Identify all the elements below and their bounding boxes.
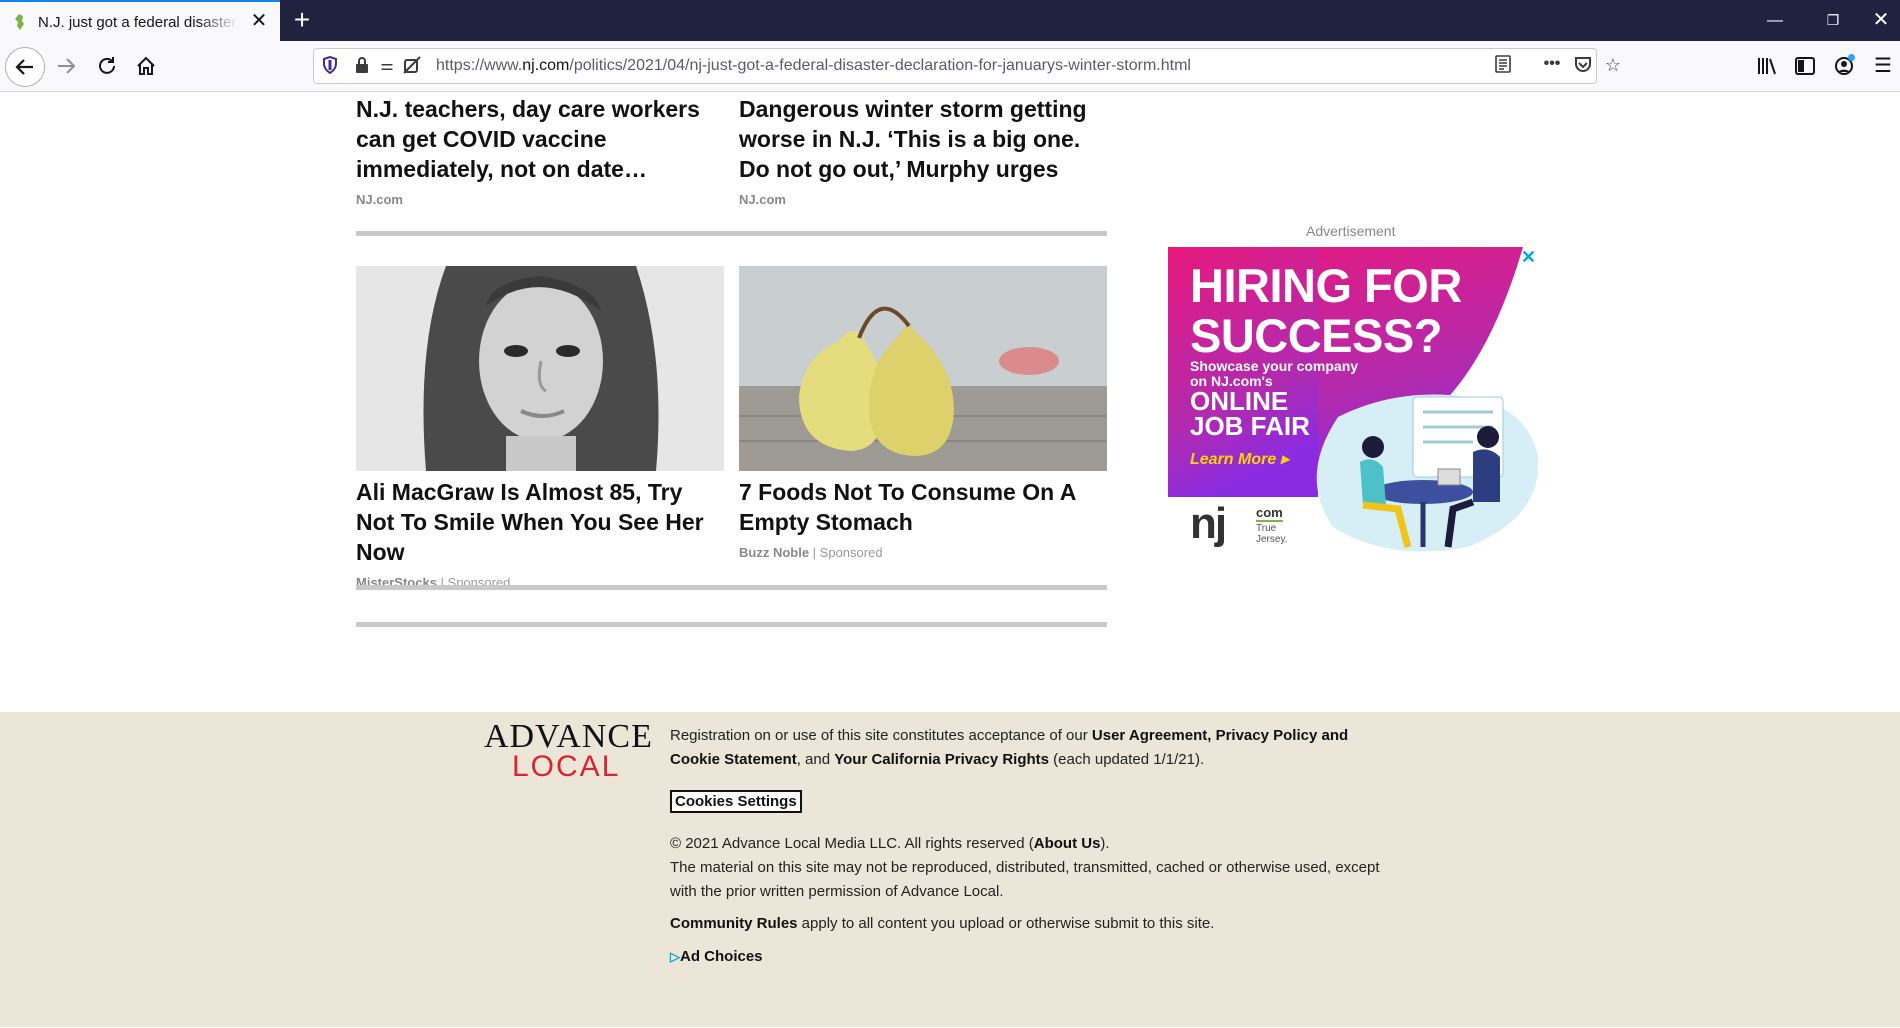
reg-text: Registration on or use of this site cons… (670, 727, 1092, 744)
nj-logo: nj (1190, 499, 1227, 548)
cookies-settings-button[interactable]: Cookies Settings (670, 790, 802, 813)
copyright-text: © 2021 Advance Local Media LLC. All righ… (670, 832, 1390, 904)
sponsored-source: Buzz Noble | Sponsored (739, 545, 1107, 560)
restore-icon[interactable]: ❐ (1810, 0, 1856, 41)
lock-icon[interactable] (351, 56, 373, 79)
home-icon[interactable] (129, 49, 163, 83)
site-footer: ADVANCE LOCAL Registration on or use of … (0, 712, 1900, 1027)
back-icon[interactable] (5, 47, 45, 87)
url-text[interactable]: https://www.nj.com/politics/2021/04/nj-j… (436, 57, 1191, 75)
sponsored-image-portrait[interactable] (356, 266, 724, 471)
forward-icon[interactable] (49, 49, 83, 83)
sponsored-image-pears[interactable] (739, 266, 1107, 471)
permissions-icon[interactable]: ⚌ (376, 56, 398, 74)
nj-tag-line: True (1256, 523, 1277, 534)
reg-updated: (each updated 1/1/21). (1049, 751, 1205, 768)
reg-comma: , (1207, 727, 1216, 744)
tab-title: N.J. just got a federal disaster declara… (38, 14, 238, 31)
navigation-toolbar: ⚌ https://www.nj.com/politics/2021/04/nj… (0, 41, 1900, 92)
copyright-close: ). (1100, 835, 1110, 852)
article-source: NJ.com (356, 192, 403, 207)
ca-privacy-link[interactable]: Your California Privacy Rights (834, 751, 1049, 768)
account-icon[interactable] (1829, 52, 1859, 80)
ad-label: Advertisement (1306, 223, 1396, 239)
nj-tag-line: Jersey. (1256, 534, 1288, 545)
nj-favicon-icon (15, 14, 24, 30)
user-agreement-link[interactable]: User Agreement (1092, 727, 1207, 744)
minimize-icon[interactable]: — (1752, 0, 1798, 41)
sync-dot-icon (1848, 54, 1855, 61)
nj-logo-tagline: True Jersey. (1256, 523, 1288, 545)
community-rules-text: Community Rules apply to all content you… (670, 912, 1390, 936)
url-domain: nj.com (522, 57, 570, 74)
pocket-icon[interactable] (1570, 55, 1596, 78)
sponsored-card[interactable]: 7 Foods Not To Consume On A Empty Stomac… (739, 477, 1107, 560)
ad-choices-label: Ad Choices (680, 948, 763, 965)
divider (356, 622, 1107, 627)
sidebar-icon[interactable] (1790, 52, 1820, 80)
page-content: N.J. teachers, day care workers can get … (0, 92, 1900, 1028)
tracking-icon[interactable] (401, 56, 423, 79)
advance-logo-line2[interactable]: LOCAL (512, 750, 620, 784)
registration-text: Registration on or use of this site cons… (670, 724, 1390, 772)
sponsor-name: Buzz Noble (739, 545, 810, 560)
ad-choices-icon: ▷ (670, 949, 680, 964)
sponsor-separator: | (809, 545, 820, 560)
sponsored-card[interactable]: Ali MacGraw Is Almost 85, Try Not To Smi… (356, 477, 724, 590)
sponsored-tag: Sponsored (819, 545, 883, 560)
url-bar[interactable]: ⚌ https://www.nj.com/politics/2021/04/nj… (313, 48, 1621, 84)
ad-headline: HIRING FOR SUCCESS? (1190, 261, 1462, 361)
divider (356, 231, 1107, 236)
more-icon[interactable]: ••• (1539, 55, 1565, 73)
community-text: apply to all content you upload or other… (797, 915, 1215, 932)
job-fair-ad[interactable]: HIRING FOR SUCCESS? Showcase your compan… (1168, 247, 1540, 559)
tab-strip: N.J. just got a federal disaster declara… (0, 0, 1900, 41)
ad-fair-line: JOB FAIR (1190, 411, 1310, 441)
sponsored-title[interactable]: Ali MacGraw Is Almost 85, Try Not To Smi… (356, 477, 724, 567)
divider (356, 585, 1107, 590)
url-prefix: https://www. (436, 57, 523, 74)
new-tab-icon[interactable]: + (288, 4, 316, 36)
ad-close-icon[interactable]: ✕ (1521, 247, 1536, 268)
copyright: © 2021 Advance Local Media LLC. All righ… (670, 835, 1034, 852)
ad-headline-line: SUCCESS? (1190, 309, 1442, 362)
article-card[interactable]: Dangerous winter storm getting worse in … (739, 94, 1107, 207)
window-close-icon[interactable]: ✕ (1858, 0, 1900, 41)
bookmark-star-icon[interactable]: ☆ (1600, 55, 1626, 76)
ad-learn-more-link[interactable]: Learn More ▸ (1190, 449, 1289, 469)
community-rules-link[interactable]: Community Rules (670, 915, 798, 932)
about-us-link[interactable]: About Us (1034, 835, 1101, 852)
reader-view-icon[interactable] (1490, 55, 1516, 78)
reload-icon[interactable] (89, 49, 123, 83)
nj-logo-com: com (1256, 505, 1283, 522)
ad-subtext: Showcase your company on NJ.com's (1190, 359, 1358, 389)
reg-and: , and (796, 751, 835, 768)
shield-icon[interactable] (319, 55, 341, 79)
ad-choices-link[interactable]: ▷Ad Choices (670, 948, 763, 965)
ad-headline-line: HIRING FOR (1190, 259, 1462, 312)
article-title[interactable]: N.J. teachers, day care workers can get … (356, 94, 724, 184)
ad-job-fair: ONLINE JOB FAIR (1190, 388, 1310, 441)
library-icon[interactable] (1752, 52, 1782, 80)
url-path: /politics/2021/04/nj-just-got-a-federal-… (569, 57, 1191, 74)
article-title[interactable]: Dangerous winter storm getting worse in … (739, 94, 1107, 184)
material-notice: The material on this site may not be rep… (670, 859, 1380, 900)
article-card[interactable]: N.J. teachers, day care workers can get … (356, 94, 724, 207)
sponsored-title[interactable]: 7 Foods Not To Consume On A Empty Stomac… (739, 477, 1107, 537)
tab-close-icon[interactable]: ✕ (248, 9, 270, 33)
menu-icon[interactable]: ☰ (1868, 52, 1898, 80)
ad-sub-line: Showcase your company (1190, 358, 1359, 374)
article-source: NJ.com (739, 192, 786, 207)
browser-tab-active[interactable]: N.J. just got a federal disaster declara… (0, 0, 280, 41)
